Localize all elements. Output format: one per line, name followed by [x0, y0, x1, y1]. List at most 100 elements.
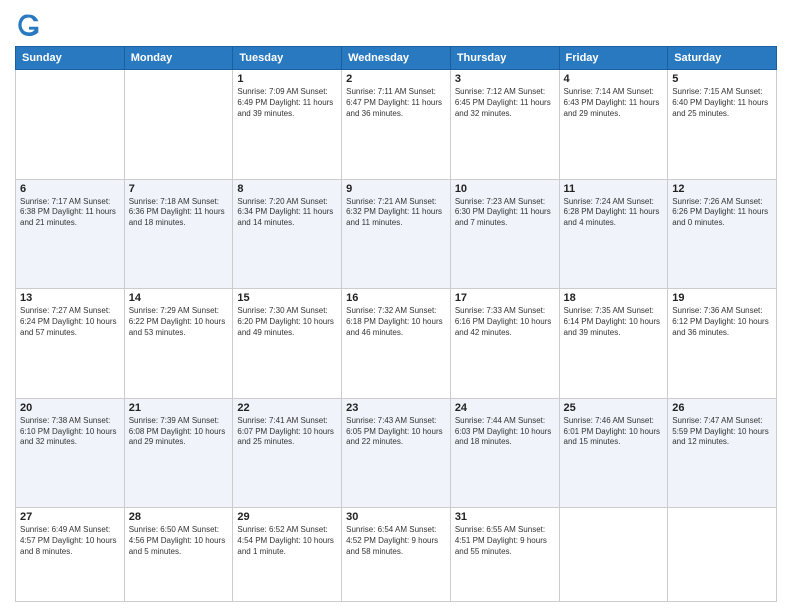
calendar-cell: 17 Sunrise: 7:33 AM Sunset: 6:16 PM Dayli… — [450, 289, 559, 399]
day-number: 6 — [20, 183, 120, 195]
day-detail: Sunrise: 7:14 AM Sunset: 6:43 PM Dayligh… — [564, 87, 664, 119]
calendar-cell: 15Sunrise: 7:30 AM Sunset: 6:20 PM Dayli… — [233, 289, 342, 399]
calendar-cell: 21 Sunrise: 7:39 AM Sunset: 6:08 PM Dayli… — [124, 398, 233, 508]
calendar-cell: 14 Sunrise: 7:29 AM Sunset: 6:22 PM Dayli… — [124, 289, 233, 399]
day-detail: Sunrise: 7:17 AM Sunset: 6:38 PM Dayligh… — [20, 197, 120, 229]
calendar-cell — [559, 508, 668, 602]
calendar-cell: 10 Sunrise: 7:23 AM Sunset: 6:30 PM Dayli… — [450, 179, 559, 289]
day-detail: Sunrise: 7:41 AM Sunset: 6:07 PM Dayligh… — [237, 416, 337, 448]
day-number: 8 — [237, 183, 337, 195]
day-detail: Sunrise: 7:20 AM Sunset: 6:34 PM Dayligh… — [237, 197, 337, 229]
calendar-cell: 27 Sunrise: 6:49 AM Sunset: 4:57 PM Dayli… — [16, 508, 125, 602]
calendar-cell: 5 Sunrise: 7:15 AM Sunset: 6:40 PM Daylig… — [668, 70, 777, 180]
calendar-cell: 29 Sunrise: 6:52 AM Sunset: 4:54 PM Dayli… — [233, 508, 342, 602]
logo-icon — [15, 10, 43, 38]
day-number: 13 — [20, 292, 120, 304]
day-detail: Sunrise: 7:39 AM Sunset: 6:08 PM Dayligh… — [129, 416, 229, 448]
day-detail: Sunrise: 7:38 AM Sunset: 6:10 PM Dayligh… — [20, 416, 120, 448]
calendar-cell: 6 Sunrise: 7:17 AM Sunset: 6:38 PM Daylig… — [16, 179, 125, 289]
day-number: 21 — [129, 402, 229, 414]
day-number: 25 — [564, 402, 664, 414]
day-detail: Sunrise: 6:50 AM Sunset: 4:56 PM Dayligh… — [129, 525, 229, 557]
day-detail: Sunrise: 6:55 AM Sunset: 4:51 PM Dayligh… — [455, 525, 555, 557]
day-detail: Sunrise: 6:52 AM Sunset: 4:54 PM Dayligh… — [237, 525, 337, 557]
calendar-cell: 25 Sunrise: 7:46 AM Sunset: 6:01 PM Dayli… — [559, 398, 668, 508]
day-detail: Sunrise: 7:15 AM Sunset: 6:40 PM Dayligh… — [672, 87, 772, 119]
calendar-row-0: 1 Sunrise: 7:09 AM Sunset: 6:49 PM Daylig… — [16, 70, 777, 180]
day-number: 29 — [237, 511, 337, 523]
calendar-table: SundayMondayTuesdayWednesdayThursdayFrid… — [15, 46, 777, 602]
day-detail: Sunrise: 7:11 AM Sunset: 6:47 PM Dayligh… — [346, 87, 446, 119]
day-number: 4 — [564, 73, 664, 85]
day-number: 22 — [237, 402, 337, 414]
calendar-row-2: 13 Sunrise: 7:27 AM Sunset: 6:24 PM Dayli… — [16, 289, 777, 399]
calendar-cell: 24Sunrise: 7:44 AM Sunset: 6:03 PM Dayli… — [450, 398, 559, 508]
calendar-cell: 8 Sunrise: 7:20 AM Sunset: 6:34 PM Daylig… — [233, 179, 342, 289]
calendar-cell — [668, 508, 777, 602]
day-detail: Sunrise: 7:18 AM Sunset: 6:36 PM Dayligh… — [129, 197, 229, 229]
weekday-header-tuesday: Tuesday — [233, 47, 342, 70]
weekday-header-sunday: Sunday — [16, 47, 125, 70]
calendar-cell: 9 Sunrise: 7:21 AM Sunset: 6:32 PM Daylig… — [342, 179, 451, 289]
weekday-header-friday: Friday — [559, 47, 668, 70]
calendar-cell: 11 Sunrise: 7:24 AM Sunset: 6:28 PM Dayli… — [559, 179, 668, 289]
day-number: 14 — [129, 292, 229, 304]
day-detail: Sunrise: 7:27 AM Sunset: 6:24 PM Dayligh… — [20, 306, 120, 338]
header — [15, 10, 777, 38]
weekday-header-wednesday: Wednesday — [342, 47, 451, 70]
day-number: 11 — [564, 183, 664, 195]
calendar-cell: 20 Sunrise: 7:38 AM Sunset: 6:10 PM Dayli… — [16, 398, 125, 508]
day-number: 26 — [672, 402, 772, 414]
day-detail: Sunrise: 7:26 AM Sunset: 6:26 PM Dayligh… — [672, 197, 772, 229]
day-detail: Sunrise: 7:36 AM Sunset: 6:12 PM Dayligh… — [672, 306, 772, 338]
day-detail: Sunrise: 7:47 AM Sunset: 5:59 PM Dayligh… — [672, 416, 772, 448]
day-number: 1 — [237, 73, 337, 85]
page: SundayMondayTuesdayWednesdayThursdayFrid… — [0, 0, 792, 612]
day-detail: Sunrise: 7:12 AM Sunset: 6:45 PM Dayligh… — [455, 87, 555, 119]
day-number: 31 — [455, 511, 555, 523]
day-detail: Sunrise: 7:35 AM Sunset: 6:14 PM Dayligh… — [564, 306, 664, 338]
calendar-cell — [16, 70, 125, 180]
calendar-cell: 30 Sunrise: 6:54 AM Sunset: 4:52 PM Dayli… — [342, 508, 451, 602]
day-number: 28 — [129, 511, 229, 523]
day-detail: Sunrise: 7:21 AM Sunset: 6:32 PM Dayligh… — [346, 197, 446, 229]
calendar-cell: 18 Sunrise: 7:35 AM Sunset: 6:14 PM Dayli… — [559, 289, 668, 399]
day-detail: Sunrise: 7:23 AM Sunset: 6:30 PM Dayligh… — [455, 197, 555, 229]
day-number: 30 — [346, 511, 446, 523]
calendar-cell: 16Sunrise: 7:32 AM Sunset: 6:18 PM Dayli… — [342, 289, 451, 399]
weekday-header-saturday: Saturday — [668, 47, 777, 70]
day-number: 12 — [672, 183, 772, 195]
day-number: 5 — [672, 73, 772, 85]
calendar-cell: 7Sunrise: 7:18 AM Sunset: 6:36 PM Daylig… — [124, 179, 233, 289]
calendar-row-3: 20 Sunrise: 7:38 AM Sunset: 6:10 PM Dayli… — [16, 398, 777, 508]
day-number: 27 — [20, 511, 120, 523]
weekday-header-monday: Monday — [124, 47, 233, 70]
day-number: 24 — [455, 402, 555, 414]
day-number: 20 — [20, 402, 120, 414]
day-detail: Sunrise: 7:30 AM Sunset: 6:20 PM Dayligh… — [237, 306, 337, 338]
weekday-header-thursday: Thursday — [450, 47, 559, 70]
calendar-cell: 2 Sunrise: 7:11 AM Sunset: 6:47 PM Daylig… — [342, 70, 451, 180]
day-detail: Sunrise: 6:49 AM Sunset: 4:57 PM Dayligh… — [20, 525, 120, 557]
day-detail: Sunrise: 7:29 AM Sunset: 6:22 PM Dayligh… — [129, 306, 229, 338]
calendar-cell: 22 Sunrise: 7:41 AM Sunset: 6:07 PM Dayli… — [233, 398, 342, 508]
calendar-cell: 3Sunrise: 7:12 AM Sunset: 6:45 PM Daylig… — [450, 70, 559, 180]
day-detail: Sunrise: 6:54 AM Sunset: 4:52 PM Dayligh… — [346, 525, 446, 557]
calendar-cell: 1 Sunrise: 7:09 AM Sunset: 6:49 PM Daylig… — [233, 70, 342, 180]
day-number: 18 — [564, 292, 664, 304]
logo — [15, 10, 47, 38]
calendar-cell: 12 Sunrise: 7:26 AM Sunset: 6:26 PM Dayli… — [668, 179, 777, 289]
day-detail: Sunrise: 7:24 AM Sunset: 6:28 PM Dayligh… — [564, 197, 664, 229]
day-number: 10 — [455, 183, 555, 195]
calendar-row-1: 6 Sunrise: 7:17 AM Sunset: 6:38 PM Daylig… — [16, 179, 777, 289]
day-number: 2 — [346, 73, 446, 85]
day-detail: Sunrise: 7:46 AM Sunset: 6:01 PM Dayligh… — [564, 416, 664, 448]
day-number: 9 — [346, 183, 446, 195]
day-number: 17 — [455, 292, 555, 304]
day-detail: Sunrise: 7:33 AM Sunset: 6:16 PM Dayligh… — [455, 306, 555, 338]
calendar-cell — [124, 70, 233, 180]
day-number: 19 — [672, 292, 772, 304]
day-detail: Sunrise: 7:09 AM Sunset: 6:49 PM Dayligh… — [237, 87, 337, 119]
day-detail: Sunrise: 7:32 AM Sunset: 6:18 PM Dayligh… — [346, 306, 446, 338]
calendar-cell: 13 Sunrise: 7:27 AM Sunset: 6:24 PM Dayli… — [16, 289, 125, 399]
